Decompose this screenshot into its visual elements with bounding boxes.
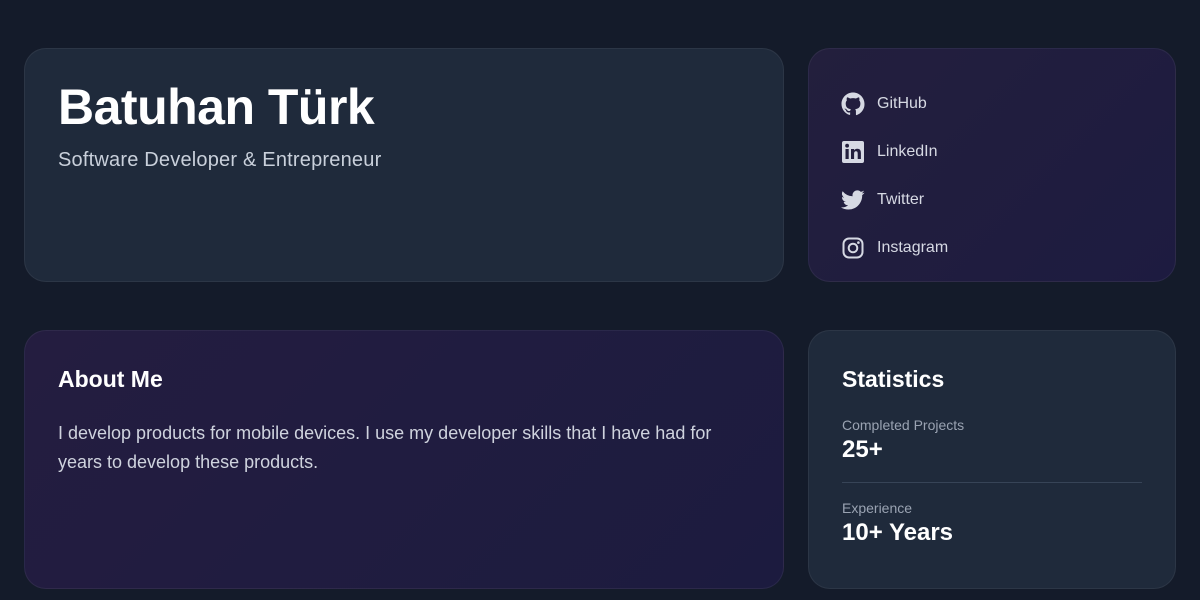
statistics-card: Statistics Completed Projects 25+ Experi… xyxy=(808,330,1176,589)
stat-value: 25+ xyxy=(842,436,883,463)
stat-experience: Experience 10+ Years xyxy=(842,500,1142,547)
social-label-linkedin: LinkedIn xyxy=(877,143,938,160)
stat-completed-projects: Completed Projects 25+ xyxy=(842,417,1142,464)
social-link-github[interactable]: GitHub xyxy=(841,80,1143,128)
linkedin-icon xyxy=(841,140,865,164)
social-link-twitter[interactable]: Twitter xyxy=(841,176,1143,224)
social-label-twitter: Twitter xyxy=(877,191,925,208)
hero-card: Batuhan Türk Software Developer & Entrep… xyxy=(24,48,784,282)
social-link-linkedin[interactable]: LinkedIn xyxy=(841,128,1143,176)
twitter-icon xyxy=(841,188,865,212)
social-label-instagram: Instagram xyxy=(877,239,949,256)
stats-divider xyxy=(842,482,1142,483)
stat-value: 10+ Years xyxy=(842,519,954,546)
instagram-icon xyxy=(841,236,865,260)
profile-name: Batuhan Türk xyxy=(58,79,375,135)
social-links-card: GitHub LinkedIn Twitter Instagram xyxy=(808,48,1176,282)
stat-label: Completed Projects xyxy=(842,417,965,433)
statistics-title: Statistics xyxy=(842,366,945,392)
stat-label: Experience xyxy=(842,500,913,516)
social-label-github: GitHub xyxy=(877,95,927,112)
profile-subtitle: Software Developer & Entrepreneur xyxy=(58,149,382,171)
about-title: About Me xyxy=(58,366,163,392)
about-card: About Me I develop products for mobile d… xyxy=(24,330,784,589)
github-icon xyxy=(841,92,865,116)
social-link-instagram[interactable]: Instagram xyxy=(841,224,1143,272)
about-text: I develop products for mobile devices. I… xyxy=(58,423,712,472)
